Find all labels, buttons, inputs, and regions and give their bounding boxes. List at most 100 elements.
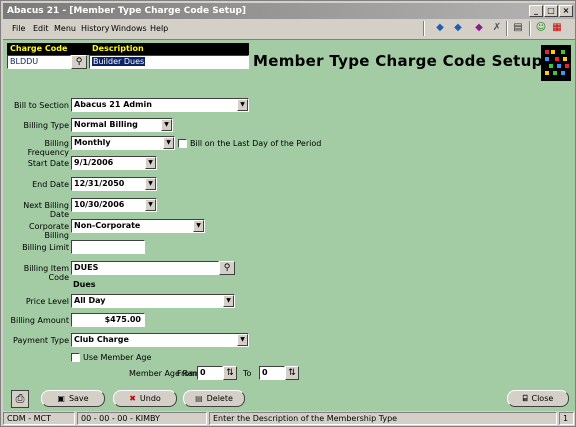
payment-type-select[interactable]: Club Charge ▼ bbox=[71, 333, 249, 347]
menu-menu[interactable]: Menu bbox=[54, 24, 76, 33]
toolbar-separator bbox=[506, 21, 508, 36]
corporate-billing-select[interactable]: Non-Corporate ▼ bbox=[71, 219, 205, 233]
bill-to-section-value: Abacus 21 Admin bbox=[74, 100, 152, 109]
next-billing-date-field[interactable]: 10/30/2006 ▼ bbox=[71, 198, 157, 212]
undo-button[interactable]: ✖ Undo bbox=[113, 390, 177, 407]
charge-code-field[interactable]: BLDDU bbox=[7, 55, 71, 69]
maximize-button[interactable]: □ bbox=[544, 5, 558, 17]
corporate-billing-value: Non-Corporate bbox=[74, 221, 141, 230]
payment-type-label: Payment Type bbox=[13, 336, 69, 345]
billing-limit-field[interactable] bbox=[71, 240, 145, 254]
save-label: Save bbox=[68, 394, 89, 403]
print-icon[interactable]: ⎙ bbox=[11, 390, 29, 408]
menu-help[interactable]: Help bbox=[150, 24, 168, 33]
chevron-down-icon[interactable]: ▼ bbox=[163, 137, 174, 149]
billing-frequency-value: Monthly bbox=[74, 138, 111, 147]
disk-icon: ▣ bbox=[57, 394, 65, 403]
start-date-field[interactable]: 9/1/2006 ▼ bbox=[71, 156, 157, 170]
start-date-label: Start Date bbox=[27, 159, 69, 168]
calculator-icon[interactable]: ▤ bbox=[511, 21, 525, 35]
bill-to-section-label: Bill to Section bbox=[14, 101, 69, 110]
toolbar-separator bbox=[423, 21, 425, 36]
description-label: Description bbox=[89, 43, 249, 55]
charge-code-search-icon[interactable]: ⚲ bbox=[71, 55, 87, 69]
use-member-age-checkbox[interactable] bbox=[71, 353, 80, 362]
chevron-down-icon[interactable]: ▼ bbox=[237, 99, 248, 111]
app-window: Abacus 21 - [Member Type Charge Code Set… bbox=[0, 0, 576, 427]
status-page: 1 bbox=[559, 412, 574, 425]
bill-last-day-label: Bill on the Last Day of the Period bbox=[190, 139, 322, 148]
next-billing-date-value: 10/30/2006 bbox=[74, 200, 125, 209]
corporate-billing-label: Corporate Billing bbox=[29, 222, 69, 240]
billing-limit-label: Billing Limit bbox=[22, 243, 69, 252]
menu-history[interactable]: History bbox=[81, 24, 109, 33]
menu-windows[interactable]: Windows bbox=[111, 24, 147, 33]
age-to-label: To bbox=[243, 369, 252, 378]
chevron-down-icon[interactable]: ▼ bbox=[161, 119, 172, 131]
back-arrow-icon[interactable]: ◆ bbox=[433, 21, 447, 35]
undo-x-icon: ✖ bbox=[129, 394, 136, 403]
tools-icon[interactable]: ✗ bbox=[490, 21, 504, 35]
age-to-stepper-icon[interactable]: ⇅ bbox=[285, 366, 299, 380]
gem-icon[interactable]: ◆ bbox=[472, 21, 486, 35]
price-level-value: All Day bbox=[74, 296, 106, 305]
page-title: Member Type Charge Code Setup bbox=[253, 52, 543, 70]
chevron-down-icon[interactable]: ▼ bbox=[223, 295, 234, 307]
next-billing-date-label: Next Billing Date bbox=[23, 201, 69, 219]
chevron-down-icon[interactable]: ▼ bbox=[145, 199, 156, 211]
menu-file[interactable]: File bbox=[12, 24, 25, 33]
end-date-field[interactable]: 12/31/2050 ▼ bbox=[71, 177, 157, 191]
description-field[interactable]: Builder Dues bbox=[89, 55, 249, 69]
menu-edit[interactable]: Edit bbox=[33, 24, 49, 33]
age-from-field[interactable]: 0 bbox=[197, 366, 223, 380]
form-area: Charge Code Description BLDDU ⚲ Builder … bbox=[3, 39, 575, 411]
age-from-stepper-icon[interactable]: ⇅ bbox=[223, 366, 237, 380]
billing-item-code-field[interactable]: DUES bbox=[71, 261, 219, 275]
billing-type-label: Billing Type bbox=[23, 121, 69, 130]
abacus-app-icon[interactable]: ▦ bbox=[550, 21, 564, 35]
close-button[interactable]: ⌸ Close bbox=[507, 390, 569, 407]
bill-last-day-checkbox[interactable] bbox=[178, 139, 187, 148]
end-date-label: End Date bbox=[32, 180, 69, 189]
billing-frequency-select[interactable]: Monthly ▼ bbox=[71, 136, 175, 150]
status-message: Enter the Description of the Membership … bbox=[209, 412, 557, 425]
payment-type-value: Club Charge bbox=[74, 335, 129, 344]
billing-item-code-label: Billing Item Code bbox=[23, 264, 69, 282]
status-bar: CDM - MCT 00 - 00 - 00 - KIMBY Enter the… bbox=[3, 411, 575, 426]
status-user: 00 - 00 - 00 - KIMBY bbox=[77, 412, 207, 425]
end-date-value: 12/31/2050 bbox=[74, 179, 125, 188]
billing-amount-field[interactable]: $475.00 bbox=[71, 313, 145, 327]
close-label: Close bbox=[531, 394, 554, 403]
delete-icon: ▤ bbox=[195, 394, 203, 403]
billing-type-select[interactable]: Normal Billing ▼ bbox=[71, 118, 173, 132]
billing-type-value: Normal Billing bbox=[74, 120, 138, 129]
minimize-button[interactable]: _ bbox=[529, 5, 543, 17]
forward-arrow-icon[interactable]: ◆ bbox=[451, 21, 465, 35]
bill-to-section-select[interactable]: Abacus 21 Admin ▼ bbox=[71, 98, 249, 112]
save-button[interactable]: ▣ Save bbox=[41, 390, 105, 407]
billing-item-search-icon[interactable]: ⚲ bbox=[219, 261, 235, 275]
billing-item-description: Dues bbox=[73, 280, 96, 289]
close-window-button[interactable]: × bbox=[559, 5, 573, 17]
start-date-value: 9/1/2006 bbox=[74, 158, 114, 167]
price-level-select[interactable]: All Day ▼ bbox=[71, 294, 235, 308]
billing-frequency-label: Billing Frequency bbox=[27, 139, 69, 157]
description-value: Builder Dues bbox=[92, 57, 146, 66]
undo-label: Undo bbox=[139, 394, 161, 403]
chevron-down-icon[interactable]: ▼ bbox=[237, 334, 248, 346]
price-level-label: Price Level bbox=[25, 297, 69, 306]
person-icon[interactable]: ☺ bbox=[534, 21, 548, 35]
status-module: CDM - MCT bbox=[3, 412, 75, 425]
toolbar-separator bbox=[529, 21, 531, 36]
use-member-age-label: Use Member Age bbox=[83, 353, 152, 362]
delete-label: Delete bbox=[206, 394, 233, 403]
charge-code-label: Charge Code bbox=[7, 43, 89, 55]
chevron-down-icon[interactable]: ▼ bbox=[193, 220, 204, 232]
chevron-down-icon[interactable]: ▼ bbox=[145, 178, 156, 190]
delete-button[interactable]: ▤ Delete bbox=[183, 390, 245, 407]
age-to-field[interactable]: 0 bbox=[259, 366, 285, 380]
door-icon: ⌸ bbox=[522, 394, 528, 403]
abacus-logo-icon bbox=[541, 45, 571, 81]
title-bar: Abacus 21 - [Member Type Charge Code Set… bbox=[3, 3, 575, 19]
chevron-down-icon[interactable]: ▼ bbox=[145, 157, 156, 169]
